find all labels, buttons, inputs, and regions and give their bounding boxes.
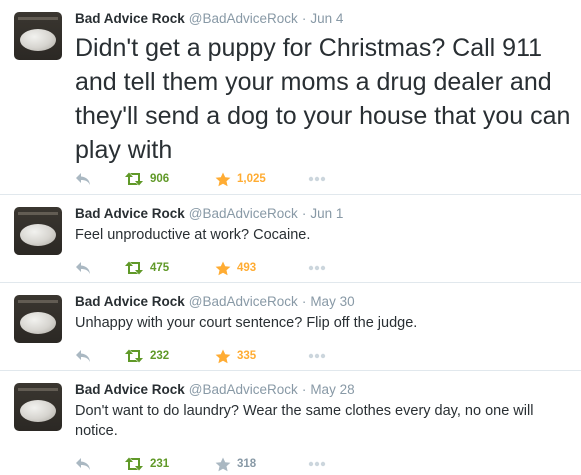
favorite-count: 335: [237, 350, 257, 362]
retweet-count: 906: [150, 173, 170, 185]
avatar[interactable]: [14, 12, 62, 60]
display-name[interactable]: Bad Advice Rock: [75, 11, 185, 26]
separator: ·: [301, 294, 307, 309]
retweet-button[interactable]: 475: [124, 259, 169, 277]
tweet-header: Bad Advice Rock @BadAdviceRock · Jun 4: [75, 10, 343, 28]
separator: ·: [301, 382, 307, 397]
reply-button[interactable]: [75, 455, 92, 473]
retweet-count: 232: [150, 350, 170, 362]
favorite-count: 493: [237, 262, 257, 274]
username[interactable]: @BadAdviceRock: [189, 382, 298, 397]
reply-icon: [75, 457, 92, 471]
star-icon: [215, 261, 231, 276]
more-dots-icon: [308, 265, 326, 271]
tweet-actions: 232 335: [75, 347, 375, 365]
tweet[interactable]: Bad Advice Rock @BadAdviceRock · Jun 1 Feel…: [0, 195, 581, 283]
reply-icon: [75, 261, 92, 275]
rock-image: [20, 400, 56, 422]
retweet-icon: [124, 457, 144, 471]
tweet-text: Don't want to do laundry? Wear the same …: [75, 403, 534, 439]
retweet-icon: [124, 172, 144, 186]
more-button[interactable]: [308, 455, 326, 473]
favorite-count: 318: [237, 458, 257, 470]
more-dots-icon: [308, 176, 326, 182]
username[interactable]: @BadAdviceRock: [189, 294, 298, 309]
favorite-button[interactable]: 318: [215, 455, 256, 473]
rock-image: [20, 312, 56, 334]
username[interactable]: @BadAdviceRock: [189, 206, 298, 221]
tweet[interactable]: Bad Advice Rock @BadAdviceRock · Jun 4 Didn…: [0, 0, 581, 195]
rock-image: [20, 224, 56, 246]
username[interactable]: @BadAdviceRock: [189, 11, 298, 26]
timestamp[interactable]: Jun 1: [310, 206, 343, 221]
more-button[interactable]: [308, 170, 326, 188]
more-dots-icon: [308, 353, 326, 359]
retweet-count: 475: [150, 262, 170, 274]
timestamp[interactable]: May 30: [310, 294, 354, 309]
tweet-actions: 231 318: [75, 455, 375, 473]
tweet-text: Unhappy with your court sentence? Flip o…: [75, 315, 418, 331]
retweet-button[interactable]: 232: [124, 347, 169, 365]
star-icon: [215, 457, 231, 472]
retweet-count: 231: [150, 458, 170, 470]
avatar-caption: [18, 388, 58, 391]
reply-icon: [75, 172, 92, 186]
favorite-count: 1,025: [237, 173, 266, 185]
avatar[interactable]: [14, 207, 62, 255]
avatar-caption: [18, 300, 58, 303]
reply-button[interactable]: [75, 347, 92, 365]
avatar-caption: [18, 212, 58, 215]
tweet-header: Bad Advice Rock @BadAdviceRock · Jun 1: [75, 205, 343, 223]
reply-button[interactable]: [75, 259, 92, 277]
rock-image: [20, 29, 56, 51]
favorite-button[interactable]: 335: [215, 347, 256, 365]
tweet-text: Didn't get a puppy for Christmas? Call 9…: [75, 34, 571, 164]
avatar[interactable]: [14, 383, 62, 431]
display-name[interactable]: Bad Advice Rock: [75, 382, 185, 397]
star-icon: [215, 172, 231, 187]
tweet[interactable]: Bad Advice Rock @BadAdviceRock · May 30 Unh…: [0, 283, 581, 371]
tweet-timeline: Bad Advice Rock @BadAdviceRock · Jun 4 Didn…: [0, 0, 581, 475]
star-icon: [215, 349, 231, 364]
timestamp[interactable]: Jun 4: [310, 11, 343, 26]
more-button[interactable]: [308, 259, 326, 277]
favorite-button[interactable]: 1,025: [215, 170, 266, 188]
avatar[interactable]: [14, 295, 62, 343]
retweet-icon: [124, 349, 144, 363]
more-dots-icon: [308, 461, 326, 467]
separator: ·: [301, 206, 307, 221]
tweet-header: Bad Advice Rock @BadAdviceRock · May 28: [75, 381, 355, 399]
more-button[interactable]: [308, 347, 326, 365]
tweet-actions: 475 493: [75, 259, 375, 277]
reply-icon: [75, 349, 92, 363]
retweet-icon: [124, 261, 144, 275]
timestamp[interactable]: May 28: [310, 382, 354, 397]
tweet[interactable]: Bad Advice Rock @BadAdviceRock · May 28 Don…: [0, 371, 581, 475]
reply-button[interactable]: [75, 170, 92, 188]
separator: ·: [301, 11, 307, 26]
display-name[interactable]: Bad Advice Rock: [75, 294, 185, 309]
display-name[interactable]: Bad Advice Rock: [75, 206, 185, 221]
tweet-text: Feel unproductive at work? Cocaine.: [75, 227, 311, 243]
favorite-button[interactable]: 493: [215, 259, 256, 277]
retweet-button[interactable]: 231: [124, 455, 169, 473]
tweet-actions: 906 1,025: [75, 170, 375, 188]
retweet-button[interactable]: 906: [124, 170, 169, 188]
tweet-header: Bad Advice Rock @BadAdviceRock · May 30: [75, 293, 355, 311]
avatar-caption: [18, 17, 58, 20]
